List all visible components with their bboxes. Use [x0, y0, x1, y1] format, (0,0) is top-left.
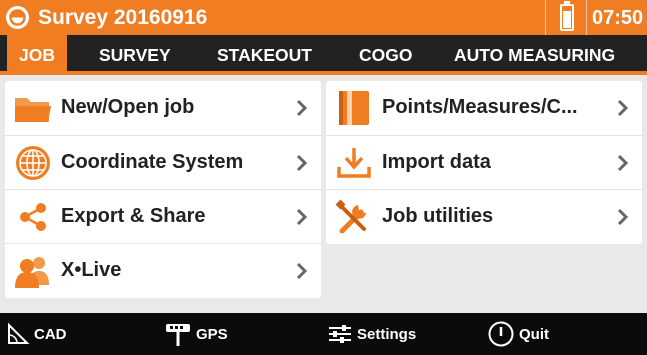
menu-item-label: Coordinate System	[61, 151, 244, 173]
clock: 07:50	[592, 7, 644, 29]
job-menu-right: Points/Measures/C... Import data Job uti…	[326, 81, 642, 244]
tab-auto-measuring[interactable]: AUTO MEASURING	[454, 35, 615, 75]
gps-button[interactable]: GPS	[164, 313, 228, 355]
gps-label: GPS	[196, 325, 228, 343]
gps-receiver-icon	[166, 324, 190, 346]
menu-item-label: Job utilities	[382, 205, 494, 227]
menu-item-label: Points/Measures/C...	[382, 96, 578, 118]
settings-button[interactable]: Settings	[327, 313, 416, 355]
cad-icon	[8, 322, 30, 344]
titlebar-divider	[586, 0, 587, 35]
cad-button[interactable]: CAD	[6, 313, 67, 355]
folder-icon	[15, 98, 51, 122]
battery-icon	[560, 1, 574, 31]
menu-item-label: New/Open job	[61, 96, 195, 118]
settings-label: Settings	[357, 325, 417, 343]
chevron-right-icon	[296, 154, 308, 172]
menu-item-points-measures[interactable]: Points/Measures/C...	[326, 81, 642, 135]
titlebar-divider	[545, 0, 546, 35]
job-menu-left: New/Open job Coordinate System Export & …	[5, 81, 321, 298]
tab-stakeout[interactable]: STAKEOUT	[217, 35, 312, 75]
sliders-icon	[329, 325, 351, 343]
import-icon	[337, 148, 371, 178]
cad-label: CAD	[34, 325, 67, 343]
page-title: Survey 20160916	[38, 6, 208, 29]
chevron-right-icon	[617, 208, 629, 226]
menu-item-x-live[interactable]: X•Live	[5, 243, 321, 297]
title-bar: Survey 20160916 07:50	[0, 0, 647, 35]
chevron-right-icon	[296, 208, 308, 226]
tab-cogo[interactable]: COGO	[359, 35, 412, 75]
book-icon	[339, 91, 369, 125]
tab-underline	[0, 71, 647, 75]
menu-item-label: Export & Share	[61, 205, 206, 227]
menu-item-import-data[interactable]: Import data	[326, 135, 642, 189]
tab-survey[interactable]: SURVEY	[99, 35, 171, 75]
tab-job[interactable]: JOB	[7, 35, 67, 75]
quit-label: Quit	[519, 325, 549, 343]
menu-item-label: Import data	[382, 151, 491, 173]
menu-item-new-open-job[interactable]: New/Open job	[5, 81, 321, 135]
quit-button[interactable]: Quit	[487, 313, 549, 355]
globe-icon	[16, 146, 50, 180]
app-logo-icon[interactable]	[6, 6, 29, 29]
power-icon	[488, 321, 514, 347]
tab-bar: JOB SURVEY STAKEOUT COGO AUTO MEASURING	[0, 35, 647, 75]
chevron-right-icon	[617, 154, 629, 172]
menu-item-export-share[interactable]: Export & Share	[5, 189, 321, 243]
menu-item-label: X•Live	[61, 259, 122, 281]
menu-item-job-utilities[interactable]: Job utilities	[326, 189, 642, 243]
share-icon	[20, 203, 46, 231]
users-icon	[15, 257, 49, 288]
bottom-bar: CAD GPS Settings Quit	[0, 313, 647, 355]
chevron-right-icon	[296, 99, 308, 117]
chevron-right-icon	[617, 99, 629, 117]
chevron-right-icon	[296, 262, 308, 280]
tools-icon	[335, 199, 366, 234]
menu-item-coordinate-system[interactable]: Coordinate System	[5, 135, 321, 189]
